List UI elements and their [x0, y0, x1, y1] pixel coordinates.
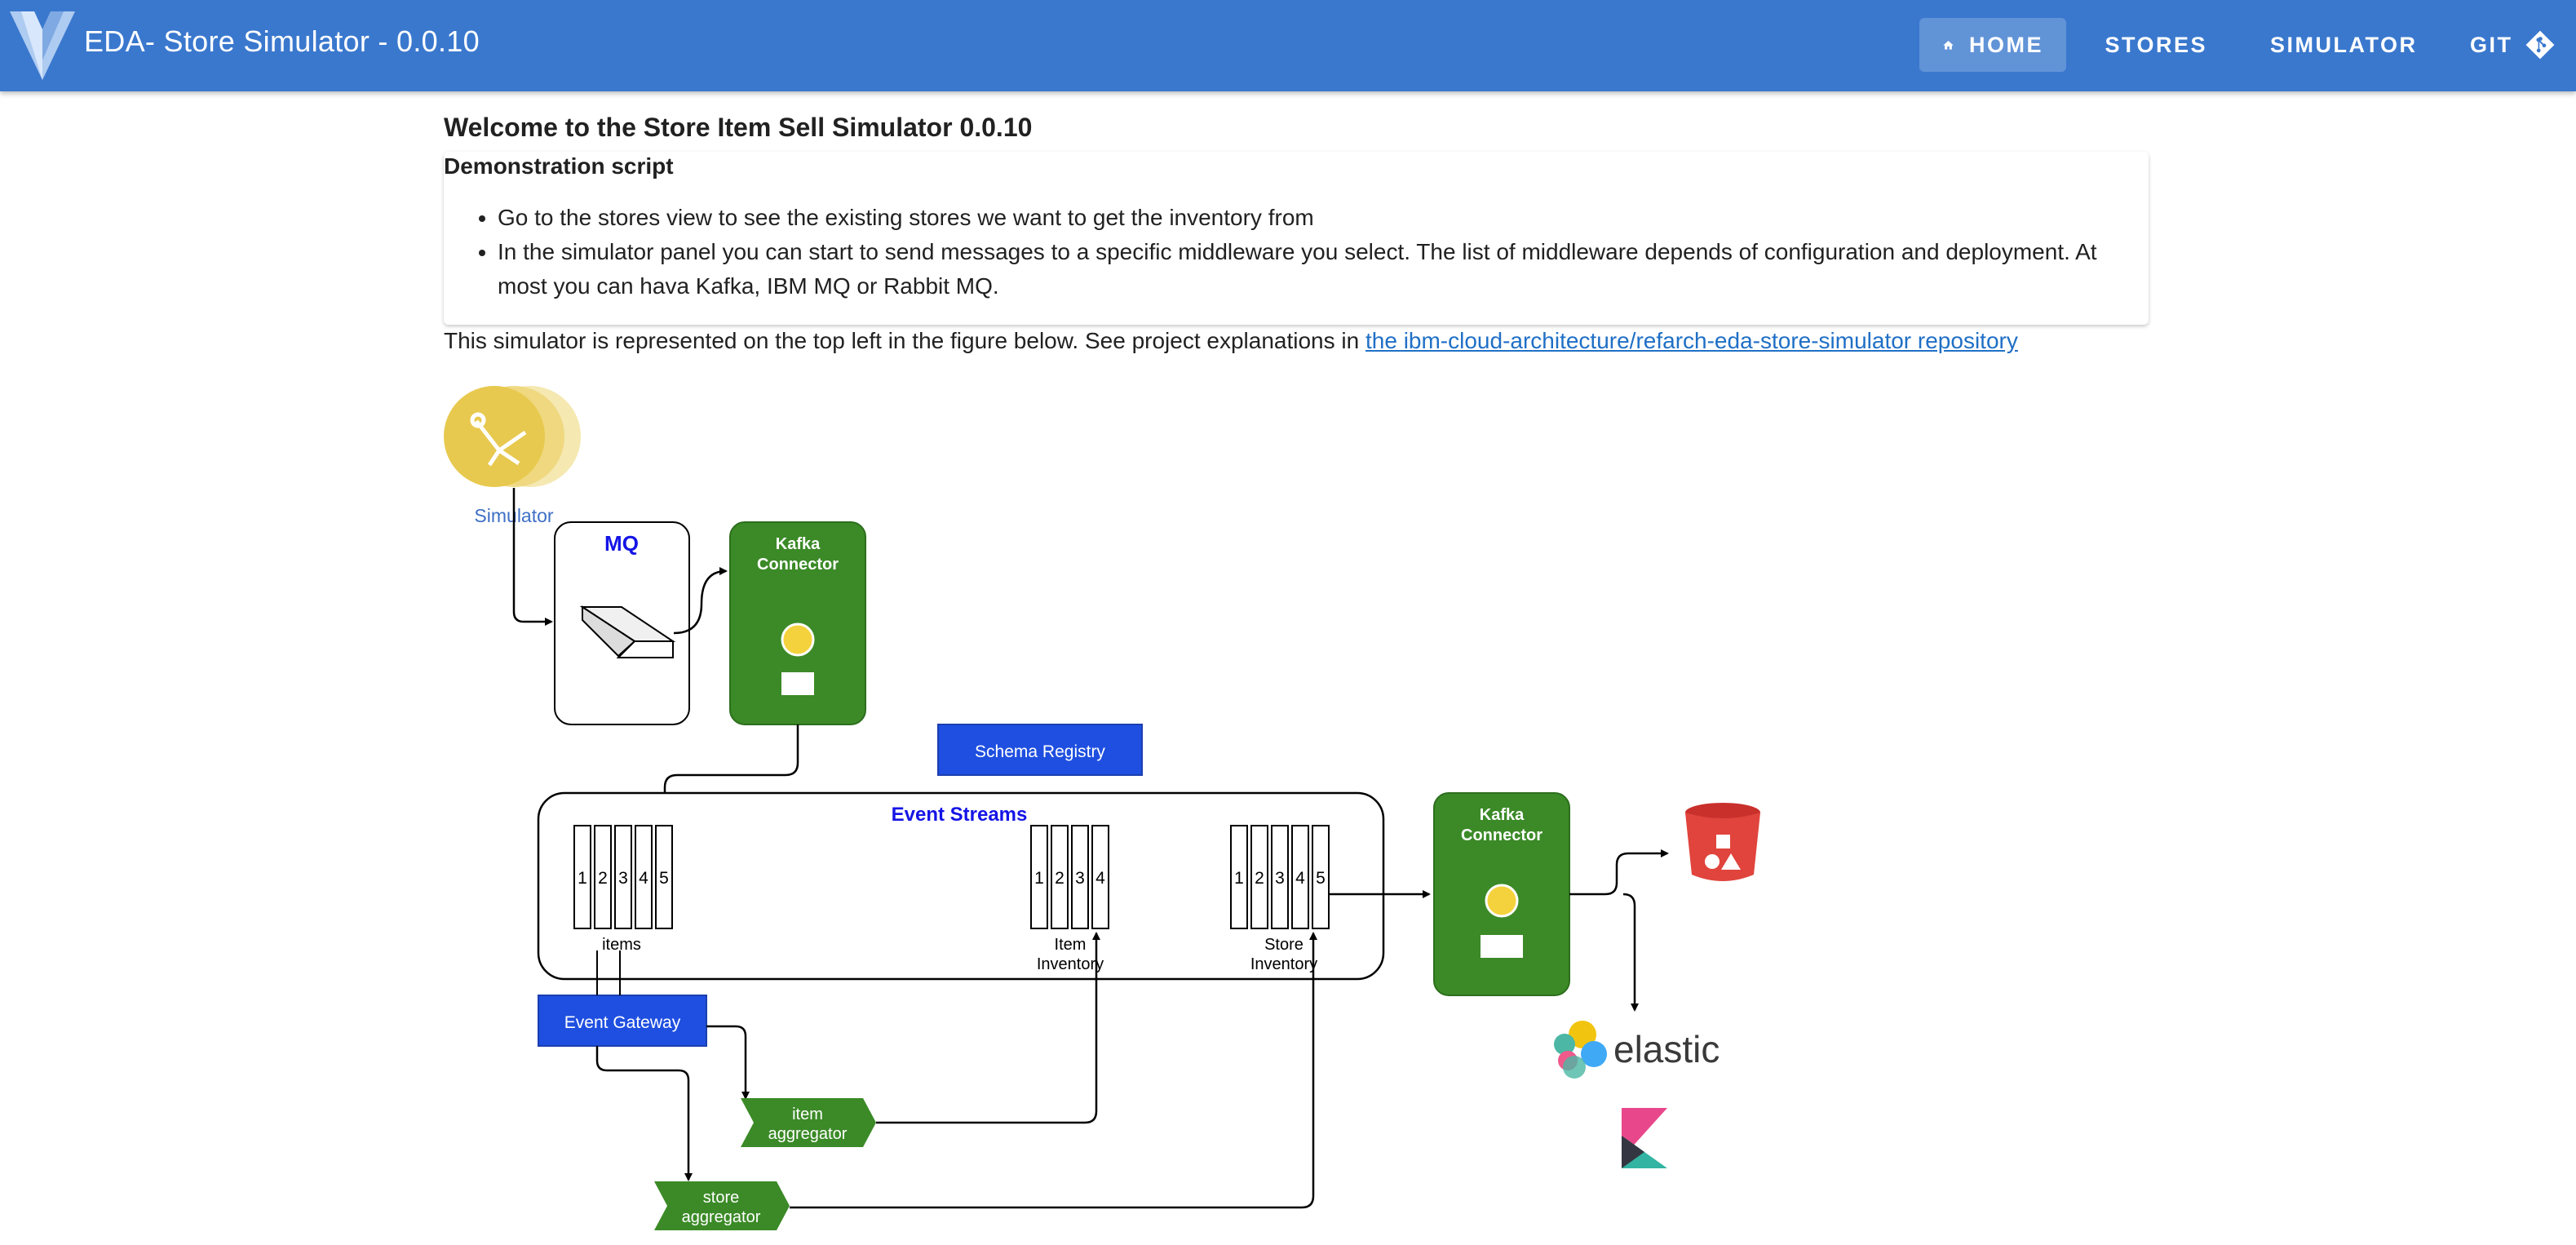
partition-label: 3 — [1075, 869, 1085, 888]
partition-label: 2 — [598, 869, 608, 888]
partition-label: 2 — [1255, 869, 1264, 888]
items-topic: 1 2 3 4 5 — [573, 825, 673, 929]
item-aggregator: item aggregator — [741, 1098, 876, 1147]
partition-label: 5 — [659, 869, 669, 888]
demonstration-card: Go to the stores view to see the existin… — [444, 152, 2149, 325]
kibana-logo-icon — [1622, 1108, 1667, 1168]
partition-label: 3 — [618, 869, 628, 888]
item-inventory-label: Item — [1055, 936, 1087, 954]
partition-label: 1 — [578, 869, 587, 888]
partition-label: 1 — [1234, 869, 1244, 888]
kafka-connector-label: Connector — [1461, 826, 1543, 844]
partition-label: 3 — [1275, 869, 1285, 888]
list-item: In the simulator panel you can start to … — [498, 235, 2129, 303]
list-item: Go to the stores view to see the existin… — [498, 201, 2129, 235]
git-icon — [2525, 30, 2554, 60]
nav-home-label: HOME — [1969, 32, 2043, 57]
nav-home-button[interactable]: HOME — [1919, 18, 2066, 72]
nav-git-button[interactable]: GIT — [2447, 18, 2576, 72]
items-topic-label: items — [602, 936, 641, 954]
store-inventory-label: Store — [1264, 936, 1303, 954]
simulator-icon — [444, 386, 581, 487]
kafka-connector-2: Kafka Connector — [1433, 792, 1570, 996]
architecture-diagram: Simulator MQ Kafka Connector Schema Regi… — [444, 386, 1760, 1230]
connector-icon — [781, 622, 815, 657]
event-gateway-label: Event Gateway — [564, 1013, 681, 1032]
item-aggregator-label: item — [792, 1105, 823, 1123]
kafka-connector-label: Kafka — [776, 535, 821, 553]
schema-registry-label: Schema Registry — [975, 742, 1105, 761]
event-streams-label: Event Streams — [892, 804, 1028, 826]
elastic-logo-icon — [1554, 1021, 1607, 1079]
store-aggregator: store aggregator — [654, 1181, 790, 1230]
connector-icon — [1485, 884, 1519, 918]
nav-stores-button[interactable]: STORES — [2067, 18, 2230, 72]
app-title: EDA- Store Simulator - 0.0.10 — [84, 24, 480, 58]
nav-simulator-label: SIMULATOR — [2270, 32, 2418, 57]
nav-git-label: GIT — [2470, 32, 2513, 57]
app-bar: EDA- Store Simulator - 0.0.10 HOME STORE… — [0, 0, 2576, 91]
store-inventory-topic: 1 2 3 4 5 — [1230, 825, 1330, 929]
mq-label: MQ — [604, 531, 639, 556]
partition-label: 4 — [1295, 869, 1305, 888]
repository-link[interactable]: the ibm-cloud-architecture/refarch-eda-s… — [1365, 328, 2018, 353]
partition-label: 4 — [639, 869, 648, 888]
app-logo-icon — [10, 11, 75, 80]
partition-label: 4 — [1095, 869, 1105, 888]
demo-heading: Demonstration script — [444, 153, 674, 179]
home-icon — [1943, 41, 1954, 50]
store-aggregator-label: aggregator — [682, 1208, 761, 1226]
kafka-connector-label: Connector — [757, 556, 839, 574]
store-inventory-label: Inventory — [1250, 955, 1317, 973]
store-aggregator-label: store — [703, 1189, 739, 1207]
nav-simulator-button[interactable]: SIMULATOR — [2233, 18, 2437, 72]
kafka-connector-label: Kafka — [1480, 806, 1525, 824]
storage-bucket-icon — [1685, 803, 1760, 881]
elastic-label: elastic — [1613, 1028, 1720, 1070]
item-aggregator-label: aggregator — [768, 1125, 848, 1143]
item-inventory-label: Inventory — [1037, 955, 1104, 973]
partition-label: 1 — [1034, 869, 1044, 888]
kafka-connector-1: Kafka Connector — [729, 521, 866, 725]
page-title: Welcome to the Store Item Sell Simulator… — [444, 113, 1033, 142]
demo-steps-list: Go to the stores view to see the existin… — [444, 201, 2129, 303]
explanation-text: This simulator is represented on the top… — [444, 328, 2018, 354]
nav-stores-label: STORES — [2105, 32, 2207, 57]
partition-label: 5 — [1316, 869, 1326, 888]
partition-label: 2 — [1055, 869, 1064, 888]
explanation-prefix: This simulator is represented on the top… — [444, 328, 1365, 353]
